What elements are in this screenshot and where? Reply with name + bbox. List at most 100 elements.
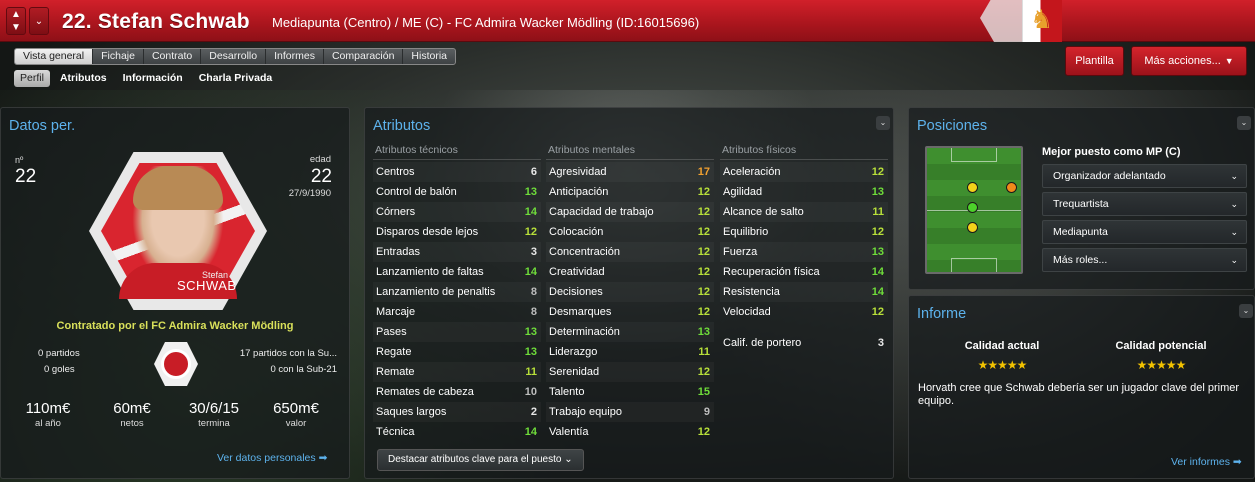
goalkeeper-rating-row: Calif. de portero 3 [720,337,888,349]
role-dropdown-more[interactable]: Más roles... ⌄ [1042,248,1247,272]
up-arrow-icon[interactable]: ▲ [7,8,25,21]
chevron-down-icon[interactable]: ⌄ [29,7,49,35]
tab-desarrollo[interactable]: Desarrollo [201,49,267,64]
column-header: Atributos mentales [546,144,714,160]
goals: 0 goles [44,364,75,375]
attribute-row[interactable]: Agilidad 13 [720,182,888,202]
subtab-atributos[interactable]: Atributos [54,70,113,87]
attribute-row[interactable]: Valentía 12 [546,422,714,442]
attribute-value: 14 [871,266,884,278]
plantilla-button[interactable]: Plantilla [1065,46,1124,76]
attribute-value: 6 [530,166,537,178]
informe-panel: Informe ⌄ Calidad actual Calidad potenci… [908,295,1255,479]
chevron-down-icon: ⌄ [1230,171,1238,181]
attribute-row[interactable]: Marcaje 8 [373,302,541,322]
attribute-row[interactable]: Disparos desde lejos 12 [373,222,541,242]
attribute-name: Trabajo equipo [549,406,622,418]
sub-tabs: Perfil Atributos Información Charla Priv… [14,70,278,87]
club-crest: ♞ [970,0,1120,42]
attribute-row[interactable]: Determinación 13 [546,322,714,342]
subtab-perfil[interactable]: Perfil [14,70,50,87]
role-dropdown-organizador[interactable]: Organizador adelantado ⌄ [1042,164,1247,188]
attribute-name: Desmarques [549,306,612,318]
attribute-row[interactable]: Lanzamiento de penaltis 8 [373,282,541,302]
attribute-value: 14 [524,266,537,278]
attribute-row[interactable]: Remates de cabeza 10 [373,382,541,402]
attribute-row[interactable]: Regate 13 [373,342,541,362]
attribute-row[interactable]: Técnica 14 [373,422,541,442]
attribute-row[interactable]: Velocidad 12 [720,302,888,322]
role-dropdown-trequartista[interactable]: Trequartista ⌄ [1042,192,1247,216]
attribute-row[interactable]: Entradas 3 [373,242,541,262]
attribute-name: Equilibrio [723,226,769,238]
attribute-row[interactable]: Recuperación física 14 [720,262,888,282]
attribute-row[interactable]: Control de balón 13 [373,182,541,202]
attribute-value: 12 [871,306,884,318]
nav-arrow-buttons[interactable]: ▲ ▼ [6,7,26,35]
chevron-down-icon[interactable]: ⌄ [1237,116,1251,130]
tab-vista-general[interactable]: Vista general [15,49,94,64]
attribute-row[interactable]: Saques largos 2 [373,402,541,422]
market-value-label: valor [285,418,307,429]
attribute-value: 12 [697,246,710,258]
attribute-value: 12 [871,226,884,238]
subtab-charla-privada[interactable]: Charla Privada [193,70,279,87]
chevron-down-icon: ⌄ [1230,255,1238,265]
panel-title: Posiciones [917,118,988,134]
attribute-name: Decisiones [549,286,603,298]
ver-datos-personales-link[interactable]: Ver datos personales ➡ [217,452,327,464]
attribute-row[interactable]: Córners 14 [373,202,541,222]
attribute-row[interactable]: Equilibrio 12 [720,222,888,242]
attribute-name: Entradas [376,246,421,258]
attribute-value: 12 [697,306,710,318]
attribute-row[interactable]: Capacidad de trabajo 12 [546,202,714,222]
appearances: 0 partidos [38,348,80,359]
role-label: Mediapunta [1053,226,1108,238]
attribute-row[interactable]: Colocación 12 [546,222,714,242]
tab-historia[interactable]: Historia [403,49,455,64]
attribute-row[interactable]: Aceleración 12 [720,162,888,182]
tab-informes[interactable]: Informes [266,49,324,64]
attribute-value: 2 [530,406,537,418]
attribute-row[interactable]: Serenidad 12 [546,362,714,382]
attribute-row[interactable]: Alcance de salto 11 [720,202,888,222]
attribute-name: Agresividad [549,166,607,178]
attribute-row[interactable]: Trabajo equipo 9 [546,402,714,422]
attribute-row[interactable]: Pases 13 [373,322,541,342]
attribute-value: 9 [703,406,710,418]
attribute-name: Pases [376,326,407,338]
attribute-row[interactable]: Anticipación 12 [546,182,714,202]
attribute-row[interactable]: Concentración 12 [546,242,714,262]
mas-acciones-button[interactable]: Más acciones... ▼ [1131,46,1247,76]
attribute-row[interactable]: Liderazgo 11 [546,342,714,362]
attribute-row[interactable]: Desmarques 12 [546,302,714,322]
tab-comparacion[interactable]: Comparación [324,49,404,64]
attribute-value: 3 [530,246,537,258]
ver-informes-link[interactable]: Ver informes ➡ [1171,456,1242,468]
attribute-name: Agilidad [723,186,763,198]
attribute-row[interactable]: Centros 6 [373,162,541,182]
attribute-row[interactable]: Fuerza 13 [720,242,888,262]
attribute-row[interactable]: Resistencia 14 [720,282,888,302]
panel-title: Datos per. [9,118,76,134]
attribute-row[interactable]: Creatividad 12 [546,262,714,282]
highlight-attributes-button[interactable]: Destacar atributos clave para el puesto … [377,449,584,471]
net-value: 60m€ [113,400,151,417]
attribute-row[interactable]: Remate 11 [373,362,541,382]
chevron-down-icon[interactable]: ⌄ [876,116,890,130]
role-dropdown-mediapunta[interactable]: Mediapunta ⌄ [1042,220,1247,244]
down-arrow-icon[interactable]: ▼ [7,21,25,34]
subtab-informacion[interactable]: Información [117,70,189,87]
tab-fichaje[interactable]: Fichaje [93,49,144,64]
chevron-down-icon[interactable]: ⌄ [1239,304,1253,318]
role-label: Más roles... [1053,254,1108,266]
attribute-row[interactable]: Lanzamiento de faltas 14 [373,262,541,282]
attribute-row[interactable]: Agresividad 17 [546,162,714,182]
attribute-row[interactable]: Talento 15 [546,382,714,402]
attribute-name: Resistencia [723,286,780,298]
attribute-name: Aceleración [723,166,781,178]
attribute-row[interactable]: Decisiones 12 [546,282,714,302]
tab-contrato[interactable]: Contrato [144,49,202,64]
attribute-name: Recuperación física [723,266,820,278]
chevron-down-icon: ⌄ [1230,199,1238,209]
